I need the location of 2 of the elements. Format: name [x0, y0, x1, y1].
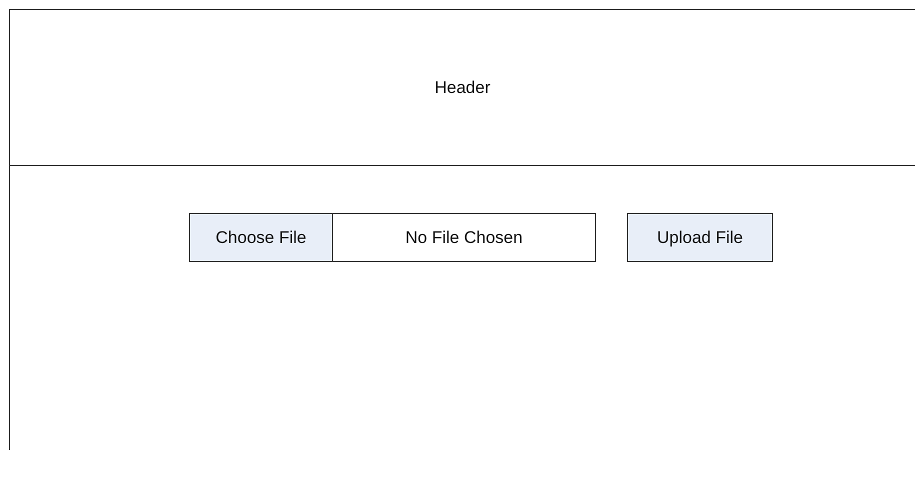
upload-file-button[interactable]: Upload File — [627, 213, 773, 262]
header-title: Header — [434, 78, 490, 98]
